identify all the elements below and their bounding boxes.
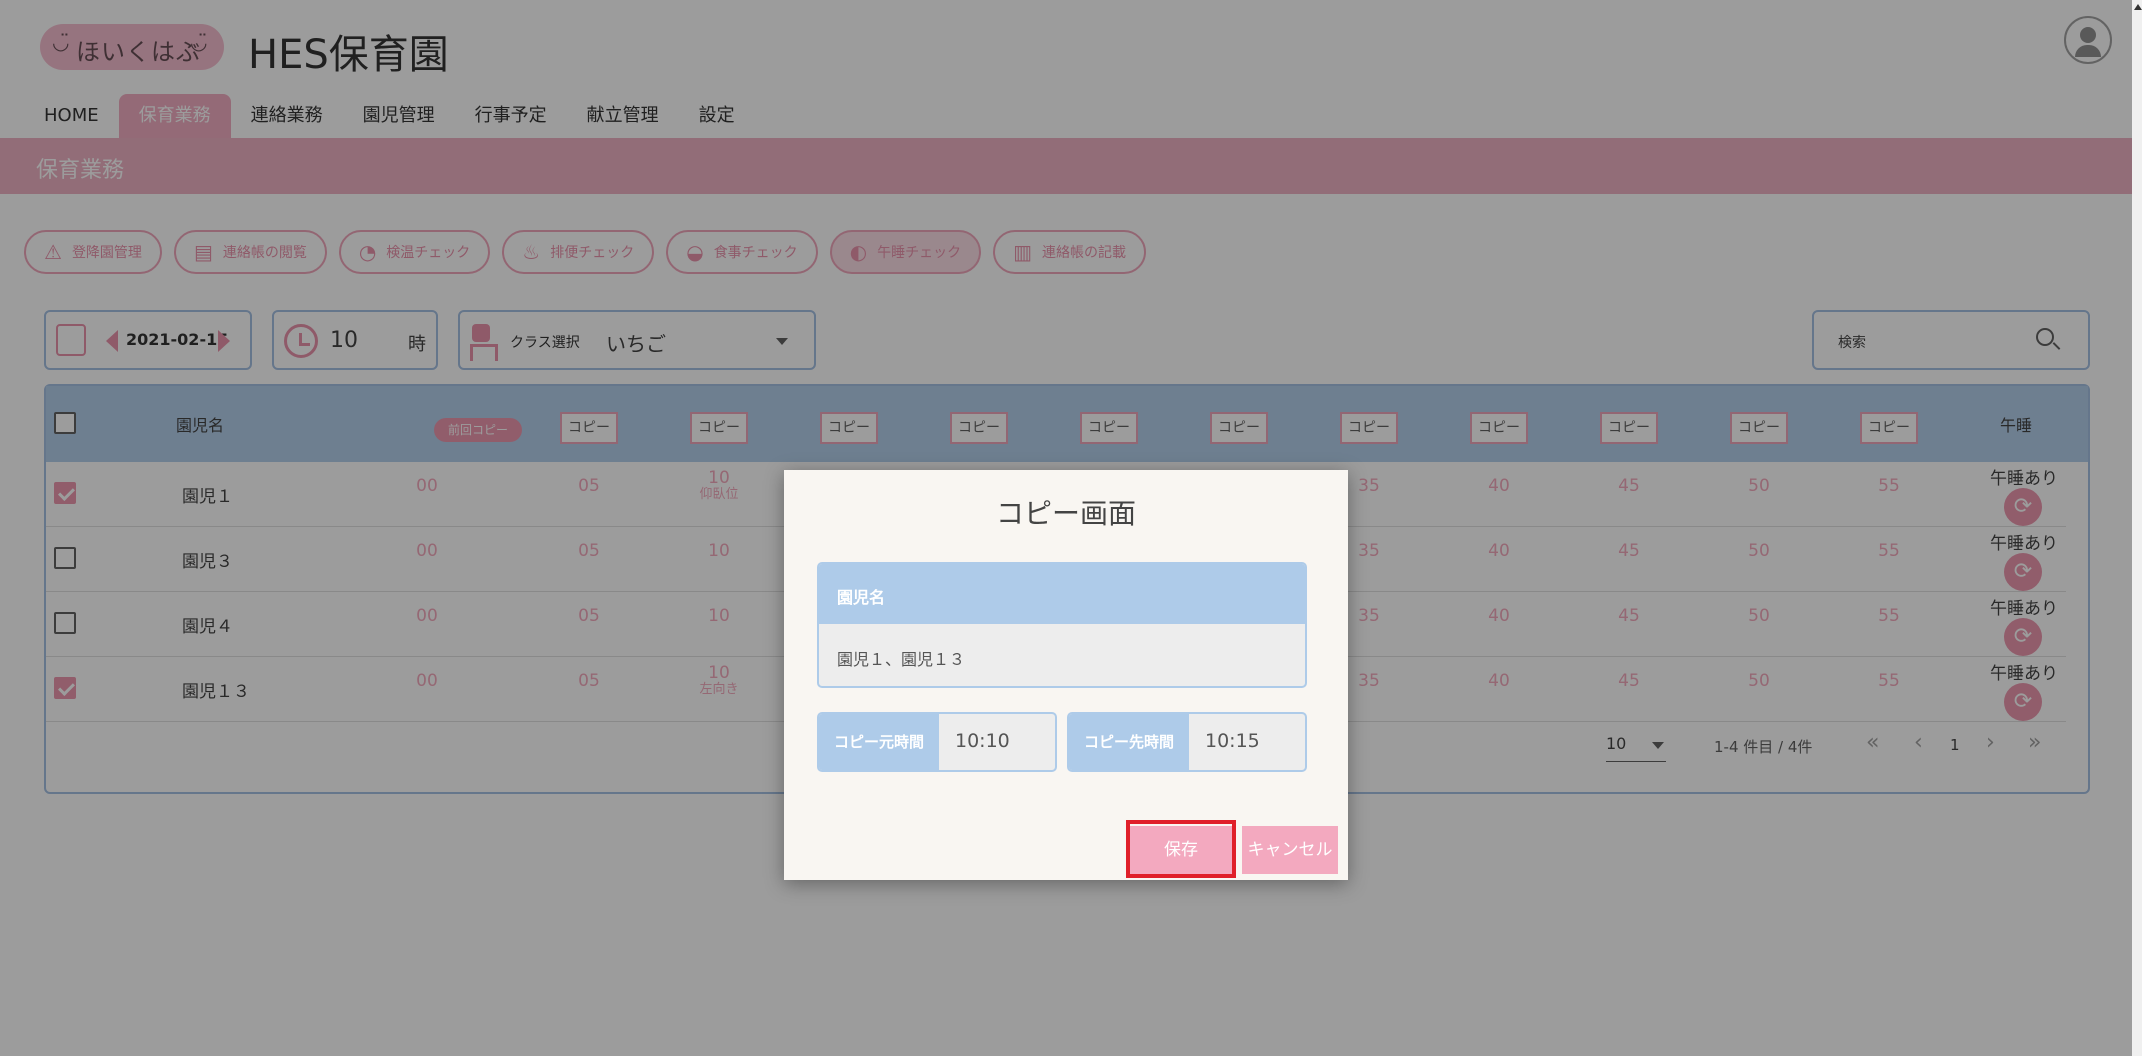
save-button[interactable]: 保存 bbox=[1130, 826, 1232, 874]
cancel-button[interactable]: キャンセル bbox=[1242, 826, 1338, 874]
selected-children-label: 園児名 bbox=[837, 588, 886, 607]
copy-target-time-label: コピー先時間 bbox=[1069, 714, 1189, 770]
scroll-up-icon[interactable] bbox=[2134, 4, 2142, 10]
selected-children-value: 園児１、園児１３ bbox=[837, 650, 966, 669]
selected-children-card: 園児名 園児１、園児１３ bbox=[817, 562, 1307, 688]
copy-source-time-field[interactable]: コピー元時間 10:10 bbox=[817, 712, 1057, 772]
copy-source-time-value: 10:10 bbox=[955, 730, 1010, 752]
copy-target-time-field[interactable]: コピー先時間 10:15 bbox=[1067, 712, 1307, 772]
scrollbar[interactable] bbox=[2132, 0, 2142, 1056]
selected-children-header: 園児名 bbox=[819, 564, 1305, 624]
copy-target-time-value: 10:15 bbox=[1205, 730, 1260, 752]
copy-source-time-label: コピー元時間 bbox=[819, 714, 939, 770]
copy-dialog: コピー画面 園児名 園児１、園児１３ コピー元時間 10:10 コピー先時間 1… bbox=[784, 470, 1348, 880]
dialog-title: コピー画面 bbox=[995, 497, 1136, 530]
